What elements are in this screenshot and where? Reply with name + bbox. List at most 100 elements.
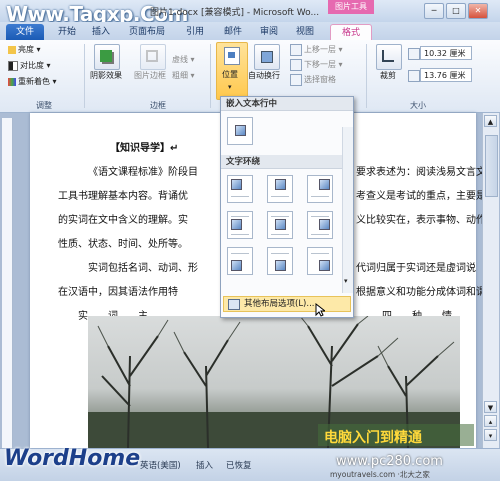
selection-pane-button[interactable]: 选择窗格	[304, 74, 336, 85]
picture-border-label: 图片边框	[134, 71, 166, 80]
watermark-wordhome: WordHome	[4, 446, 141, 471]
shadow-effect-button[interactable]	[94, 44, 120, 70]
mouse-cursor-icon	[315, 303, 325, 317]
recolor-button[interactable]: 重新着色 ▾	[8, 76, 57, 87]
close-button[interactable]: ✕	[468, 3, 488, 19]
scroll-up-button[interactable]: ▲	[484, 115, 497, 127]
layout-bottom-left-option[interactable]	[227, 247, 253, 275]
more-layout-options-menu-item[interactable]: 其他布局选项(L)...	[223, 296, 351, 312]
shadow-effect-label: 阴影效果	[90, 71, 122, 80]
tab-page-layout[interactable]: 页面布局	[122, 24, 172, 40]
picture-border-icon	[146, 50, 158, 62]
layout-picture-icon	[231, 260, 242, 271]
tab-review[interactable]: 审阅	[254, 24, 284, 40]
crop-icon	[382, 50, 394, 62]
layout-middle-left-option[interactable]	[227, 211, 253, 239]
recovered-status: 已恢复	[226, 461, 252, 471]
tab-view[interactable]: 视图	[290, 24, 320, 40]
layout-bottom-right-option[interactable]	[307, 247, 333, 275]
tab-file[interactable]: 文件	[6, 24, 44, 40]
text-line-icon	[231, 216, 249, 217]
group-label-border: 边框	[150, 101, 166, 110]
next-page-button[interactable]: ▾	[484, 429, 497, 441]
language-status[interactable]: 英语(美国)	[140, 459, 181, 471]
watermark-badge: 电脑入门到精通	[318, 424, 474, 446]
text-line-icon	[271, 216, 289, 217]
group-separator	[366, 44, 367, 108]
layout-picture-icon	[231, 179, 242, 190]
text-line-icon	[231, 253, 249, 254]
watermark-small: myoutravels.com ·北大之家	[330, 470, 430, 479]
width-input[interactable]: 13.76 厘米	[420, 68, 472, 82]
position-icon	[224, 47, 240, 65]
vertical-scrollbar[interactable]: ▲ ▼ ▴ ▾	[482, 113, 499, 448]
chevron-down-icon[interactable]: ▾	[344, 277, 348, 285]
tab-mailings[interactable]: 邮件	[218, 24, 248, 40]
group-separator	[84, 44, 85, 108]
scroll-thumb[interactable]	[485, 135, 498, 197]
doc-line-right: 要求表述为：阅读浅易文言文	[356, 167, 486, 178]
bring-forward-button[interactable]: 上移一层 ▾	[304, 44, 343, 55]
weight-button[interactable]: 粗细 ▾	[172, 70, 195, 81]
more-layout-options-label: 其他布局选项(L)...	[244, 299, 315, 309]
doc-line: 实词包括名词、动词、形	[88, 263, 198, 274]
chevron-down-icon: ▾	[228, 83, 232, 91]
tab-format[interactable]: 格式	[330, 24, 372, 41]
insert-mode-status[interactable]: 插入	[196, 459, 213, 471]
layout-picture-icon	[275, 260, 286, 271]
tab-references[interactable]: 引用	[180, 24, 210, 40]
crop-button[interactable]	[376, 44, 402, 70]
position-gallery-dropdown: 嵌入文本行中 文字环绕 ▾ 其他布局选项(L)...	[220, 96, 354, 318]
position-label: 位置	[222, 70, 238, 79]
height-input[interactable]: 10.32 厘米	[420, 46, 472, 60]
bring-forward-icon	[290, 44, 302, 56]
contrast-button[interactable]: 对比度 ▾	[8, 60, 51, 71]
wrap-text-button[interactable]	[254, 44, 280, 70]
gallery-scrollbar[interactable]: ▾	[342, 127, 353, 293]
tab-insert[interactable]: 插入	[86, 24, 116, 40]
doc-line: 【知识导学】↵	[110, 143, 179, 154]
layout-top-center-option[interactable]	[267, 175, 293, 203]
inline-with-text-header: 嵌入文本行中	[221, 97, 353, 111]
doc-line: 工具书理解基本内容。背诵优	[58, 191, 188, 202]
layout-picture-icon	[275, 219, 286, 230]
layout-middle-right-option[interactable]	[307, 211, 333, 239]
layout-picture-icon	[319, 179, 330, 190]
layout-top-left-option[interactable]	[227, 175, 253, 203]
text-line-icon	[311, 196, 329, 197]
recolor-icon	[8, 77, 16, 86]
doc-line-right: 考查义是考试的重点，主要是	[356, 191, 486, 202]
layout-middle-center-option[interactable]	[267, 211, 293, 239]
position-icon-pic	[228, 52, 235, 58]
text-line-icon	[271, 253, 289, 254]
text-line-icon	[311, 253, 329, 254]
position-button[interactable]: 位置 ▾	[216, 42, 248, 100]
doc-line: 性质、状态、时间、处所等。	[58, 239, 188, 250]
brightness-icon	[8, 45, 16, 54]
layout-inline-option[interactable]	[227, 117, 253, 145]
dashes-button[interactable]: 虚线 ▾	[172, 54, 195, 65]
minimize-button[interactable]: ─	[424, 3, 444, 19]
tab-home[interactable]: 开始	[52, 24, 82, 40]
layout-picture-icon	[235, 125, 246, 136]
text-line-icon	[311, 234, 329, 235]
vertical-ruler	[2, 118, 13, 448]
wrap-text-icon	[261, 51, 273, 63]
prev-page-button[interactable]: ▴	[484, 415, 497, 427]
context-tab-picture-tools: 图片工具	[328, 0, 374, 14]
layout-bottom-center-option[interactable]	[267, 247, 293, 275]
layout-top-right-option[interactable]	[307, 175, 333, 203]
maximize-button[interactable]: □	[446, 3, 466, 19]
send-backward-icon	[290, 59, 302, 71]
title-bar: Www.Tagxp.Com 图片1.docx [兼容模式] - Microsof…	[0, 0, 500, 26]
width-icon	[408, 70, 420, 82]
group-separator	[210, 44, 211, 108]
crop-label: 裁剪	[380, 71, 396, 80]
picture-border-button[interactable]	[140, 44, 166, 70]
doc-line: 《语文课程标准》阶段目	[88, 167, 198, 178]
doc-line: 的实词在文中含义的理解。实	[58, 215, 188, 226]
height-icon	[408, 48, 420, 60]
scroll-down-button[interactable]: ▼	[484, 401, 497, 413]
brightness-button[interactable]: 亮度 ▾	[8, 44, 41, 55]
send-backward-button[interactable]: 下移一层 ▾	[304, 59, 343, 70]
